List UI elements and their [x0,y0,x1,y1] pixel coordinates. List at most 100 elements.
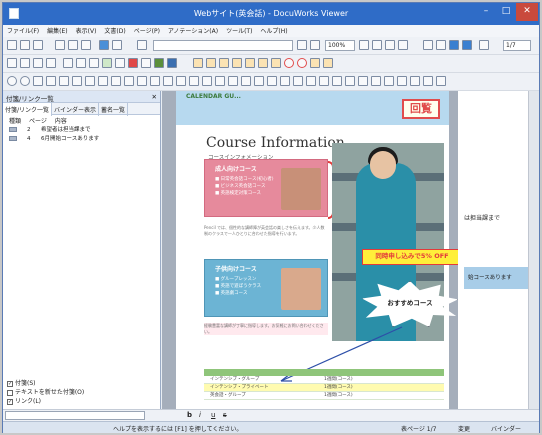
u-turn-arrow-icon[interactable] [293,76,303,86]
tab-signature-list[interactable]: 蓄名一覧 [99,103,129,116]
rect-shape-icon[interactable] [85,76,95,86]
stamp-done-icon[interactable] [245,58,255,68]
vertical-scrollbar[interactable] [528,91,539,409]
menu-page[interactable]: ページ(P) [130,25,164,36]
panel-close-icon[interactable]: ✕ [152,93,157,101]
stamp-review-icon[interactable] [258,58,268,68]
stamp-red-icon[interactable] [128,58,138,68]
checkmark-icon[interactable] [423,76,433,86]
menu-edit[interactable]: 編集(E) [43,25,71,36]
speech-bubble-icon[interactable] [397,76,407,86]
pentagon-icon[interactable] [371,76,381,86]
arrow-right-icon[interactable] [254,76,264,86]
pen-icon[interactable] [76,58,86,68]
callout-cloud-icon[interactable] [332,76,342,86]
arrow-shape-icon[interactable] [241,76,251,86]
stamp-confidential-icon[interactable] [232,58,242,68]
maximize-button[interactable]: □ [496,3,516,21]
angle-right-icon[interactable] [202,76,212,86]
bracket-shape-icon[interactable] [150,76,160,86]
page-number-input[interactable]: 1/7 [503,40,531,51]
frame-shape-icon[interactable] [72,76,82,86]
go-back-icon[interactable] [479,40,489,50]
first-page-icon[interactable] [423,40,433,50]
minimize-button[interactable]: – [476,3,496,21]
hexagon-shape-icon[interactable] [111,76,121,86]
checkbox-sticky[interactable]: ✓ 付箋(S) [3,378,159,387]
callout-round-icon[interactable] [319,76,329,86]
paste-icon[interactable] [81,40,91,50]
link-icon[interactable] [115,58,125,68]
callout-icon[interactable] [306,76,316,86]
bold-button[interactable]: b [187,411,192,419]
flag-icon[interactable] [410,76,420,86]
zoom-select[interactable]: 100% [325,40,355,51]
last-page-icon[interactable] [462,40,472,50]
paren-left-icon[interactable] [163,76,173,86]
list-item[interactable]: 4 6月開始コースあります [3,134,160,143]
stamp-label-icon[interactable] [310,58,320,68]
stamp-approval-icon[interactable] [193,58,203,68]
text-annotation-icon[interactable] [7,58,17,68]
fit-page-icon[interactable] [359,40,369,50]
stamp-check-icon[interactable] [271,58,281,68]
list-item[interactable]: 2 希望者は担当課まで [3,125,160,134]
font-color-icon[interactable] [20,58,30,68]
play-shape-icon[interactable] [46,76,56,86]
menu-help[interactable]: ヘルプ(H) [256,25,291,36]
cross-icon[interactable] [436,76,446,86]
sticky-note-icon[interactable] [102,58,112,68]
font-input[interactable] [5,411,145,420]
menu-view[interactable]: 表示(V) [72,25,101,36]
italic-button[interactable]: i [199,411,201,419]
menu-annotation[interactable]: アノテーション(A) [164,25,222,36]
fit-width-icon[interactable] [372,40,382,50]
cut-icon[interactable] [55,40,65,50]
print-icon[interactable] [20,40,30,50]
copy-icon[interactable] [68,40,78,50]
checkbox-text-sticky[interactable]: テキストを新せた付箋(O) [3,387,159,396]
zoom-out-icon[interactable] [297,40,307,50]
curved-arrow-icon[interactable] [280,76,290,86]
next-page-icon[interactable] [449,40,459,50]
square-shape-icon[interactable] [59,76,69,86]
search-input[interactable] [153,40,293,51]
menu-tools[interactable]: ツール(T) [222,25,256,36]
paren-right-icon[interactable] [176,76,186,86]
close-button[interactable]: ✕ [516,3,538,21]
diamond-shape-icon[interactable] [98,76,108,86]
target-shape-icon[interactable] [20,76,30,86]
angle-left-icon[interactable] [189,76,199,86]
octagon-icon[interactable] [384,76,394,86]
magnifier-icon[interactable] [398,40,408,50]
marker-icon[interactable] [63,58,73,68]
triangle-shape-icon[interactable] [33,76,43,86]
stamp-extra-icon[interactable] [323,58,333,68]
stamp-seal-icon[interactable] [297,58,307,68]
stamp-urgent-icon[interactable] [206,58,216,68]
star-shape-icon[interactable] [124,76,134,86]
green-icon[interactable] [154,58,164,68]
cylinder-icon[interactable] [345,76,355,86]
image-icon[interactable] [141,58,151,68]
rectangle-icon[interactable] [46,58,56,68]
line-icon[interactable] [33,58,43,68]
strikethrough-button[interactable]: s [223,411,227,419]
tab-annotation-list[interactable]: 付箋/リンク一覧 [3,103,53,116]
rounded-rect-icon[interactable] [137,76,147,86]
cube-icon[interactable] [358,76,368,86]
brace-right-icon[interactable] [228,76,238,86]
tab-binder-view[interactable]: バインダー表示 [52,103,100,116]
checkbox-link[interactable]: ✓ リンク(L) [3,396,159,405]
brace-left-icon[interactable] [215,76,225,86]
underline-button[interactable]: u [211,411,215,419]
find-icon[interactable] [137,40,147,50]
circle-shape-icon[interactable] [7,76,17,86]
rotate-icon[interactable] [385,40,395,50]
double-arrow-icon[interactable] [267,76,277,86]
zoom-in-icon[interactable] [310,40,320,50]
eraser-icon[interactable] [89,58,99,68]
prev-page-icon[interactable] [436,40,446,50]
menu-document[interactable]: 文書(D) [100,25,129,36]
select-tool-icon[interactable] [99,40,109,50]
